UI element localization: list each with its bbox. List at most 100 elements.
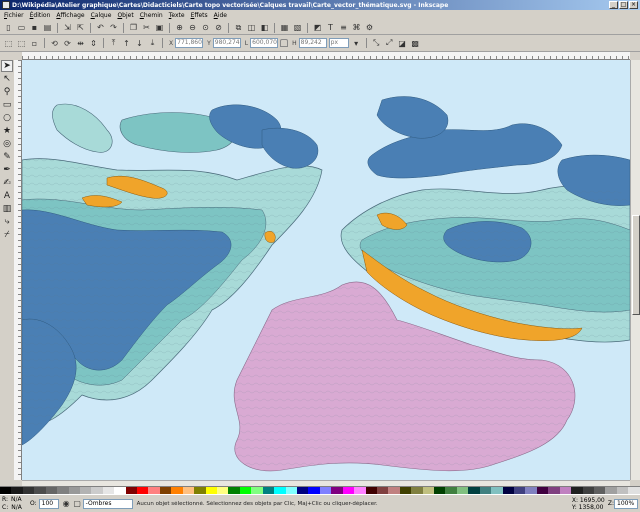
calligraphy-icon[interactable]: ✍ <box>1 177 13 189</box>
inkscape-app-icon[interactable] <box>2 1 10 9</box>
transform-gradients-icon[interactable]: ◪ <box>397 38 408 49</box>
palette-swatch[interactable] <box>525 487 537 494</box>
raise-top-icon[interactable]: ⤒ <box>108 38 119 49</box>
maximize-button[interactable]: □ <box>619 1 628 9</box>
palette-swatch[interactable] <box>308 487 320 494</box>
copy-icon[interactable]: ❐ <box>128 22 139 33</box>
fill-stroke-indicator[interactable]: R: N/A C: N/A <box>0 496 30 512</box>
y-field[interactable]: 980,274 <box>212 38 241 48</box>
rectangle-icon[interactable]: ▭ <box>1 99 13 111</box>
lower-bottom-icon[interactable]: ⤓ <box>147 38 158 49</box>
palette-swatch[interactable] <box>422 487 435 494</box>
flip-vertical-icon[interactable]: ⇕ <box>88 38 99 49</box>
menu-objet[interactable]: Objet <box>117 12 133 19</box>
palette-swatch[interactable] <box>182 487 195 494</box>
lower-icon[interactable]: ↓ <box>134 38 145 49</box>
palette-swatch[interactable] <box>114 487 126 494</box>
menu-chemin[interactable]: Chemin <box>140 12 163 19</box>
palette-swatch[interactable] <box>217 487 229 494</box>
palette-swatch[interactable] <box>91 487 103 494</box>
save-icon[interactable]: ▪ <box>29 22 40 33</box>
lock-icon[interactable] <box>280 39 289 47</box>
export-icon[interactable]: ⇱ <box>75 22 86 33</box>
open-icon[interactable]: ▭ <box>16 22 27 33</box>
palette-swatch[interactable] <box>11 487 23 494</box>
rotate-cw-icon[interactable]: ⟳ <box>62 38 73 49</box>
redo-icon[interactable]: ↷ <box>108 22 119 33</box>
palette-swatch[interactable] <box>125 487 138 494</box>
palette-swatch[interactable] <box>605 487 617 494</box>
menu-calque[interactable]: Calque <box>91 12 112 19</box>
palette-swatch[interactable] <box>205 487 218 494</box>
text-font-icon[interactable]: T <box>325 22 336 33</box>
gradient-icon[interactable]: ▥ <box>1 203 13 215</box>
palette-swatch[interactable] <box>582 487 594 494</box>
vertical-scroll-thumb[interactable] <box>632 215 640 315</box>
palette-swatch[interactable] <box>148 487 160 494</box>
spiral-icon[interactable]: ◎ <box>1 138 13 150</box>
palette-swatch[interactable] <box>376 487 389 494</box>
palette-swatch[interactable] <box>251 487 263 494</box>
palette-swatch[interactable] <box>194 487 206 494</box>
layer-lock-icon[interactable]: ▢ <box>72 498 83 509</box>
zoom-selection-icon[interactable]: ⊕ <box>174 22 185 33</box>
pen-icon[interactable]: ✒ <box>1 164 13 176</box>
palette-swatch[interactable] <box>0 487 12 494</box>
deselect-icon[interactable]: ▫ <box>29 38 40 49</box>
clone-icon[interactable]: ◫ <box>246 22 257 33</box>
star-icon[interactable]: ★ <box>1 125 13 137</box>
cut-icon[interactable]: ✂ <box>141 22 152 33</box>
palette-swatch[interactable] <box>456 487 469 494</box>
pencil-icon[interactable]: ✎ <box>1 151 13 163</box>
palette-swatch[interactable] <box>34 487 46 494</box>
raise-icon[interactable]: ↑ <box>121 38 132 49</box>
unit-select[interactable]: px <box>328 38 349 48</box>
unlink-clone-icon[interactable]: ◧ <box>259 22 270 33</box>
vertical-scrollbar[interactable] <box>630 60 640 480</box>
palette-swatch[interactable] <box>137 487 149 494</box>
palette-swatch[interactable] <box>502 487 514 494</box>
horizontal-ruler[interactable] <box>22 52 630 60</box>
palette-swatch[interactable] <box>79 487 92 494</box>
palette-swatch[interactable] <box>548 487 560 494</box>
palette-swatch[interactable] <box>593 487 606 494</box>
palette-swatch[interactable] <box>285 487 297 494</box>
undo-icon[interactable]: ↶ <box>95 22 106 33</box>
zoom-field[interactable]: 100% <box>614 498 638 509</box>
height-field[interactable]: 89,242 <box>298 38 327 48</box>
select-all-layers-icon[interactable]: ⬚ <box>16 38 27 49</box>
palette-swatch[interactable] <box>296 487 309 494</box>
vertical-ruler[interactable] <box>14 60 22 480</box>
palette-swatch[interactable] <box>102 487 115 494</box>
palette-swatch[interactable] <box>68 487 80 494</box>
palette-swatch[interactable] <box>365 487 377 494</box>
palette-swatch[interactable] <box>616 487 629 494</box>
x-field[interactable]: 771,860 <box>175 38 204 48</box>
palette-swatch[interactable] <box>228 487 240 494</box>
print-icon[interactable]: ▤ <box>42 22 53 33</box>
palette-swatch[interactable] <box>22 487 35 494</box>
preferences-icon[interactable]: ⚙ <box>364 22 375 33</box>
menu-aide[interactable]: Aide <box>214 12 227 19</box>
palette-swatch[interactable] <box>331 487 343 494</box>
palette-swatch[interactable] <box>571 487 583 494</box>
layer-select[interactable]: -Ombres <box>82 498 133 509</box>
menu-affichage[interactable]: Affichage <box>56 12 84 19</box>
zoom-drawing-icon[interactable]: ⊖ <box>187 22 198 33</box>
palette-swatch[interactable] <box>434 487 446 494</box>
palette-swatch[interactable] <box>399 487 412 494</box>
palette-swatch[interactable] <box>479 487 492 494</box>
palette-swatch[interactable] <box>388 487 400 494</box>
palette-swatch[interactable] <box>57 487 69 494</box>
palette-swatch[interactable] <box>445 487 457 494</box>
paste-icon[interactable]: ▣ <box>154 22 165 33</box>
menu-texte[interactable]: Texte <box>169 12 185 19</box>
palette-swatch[interactable] <box>354 487 366 494</box>
dropper-icon[interactable]: ⌿ <box>1 229 13 241</box>
duplicate-icon[interactable]: ⧉ <box>233 22 244 33</box>
zoom-page-icon[interactable]: ⊙ <box>200 22 211 33</box>
drawing-canvas[interactable] <box>22 60 630 480</box>
palette-swatch[interactable] <box>411 487 423 494</box>
minimize-button[interactable]: _ <box>609 1 618 9</box>
import-icon[interactable]: ⇲ <box>62 22 73 33</box>
